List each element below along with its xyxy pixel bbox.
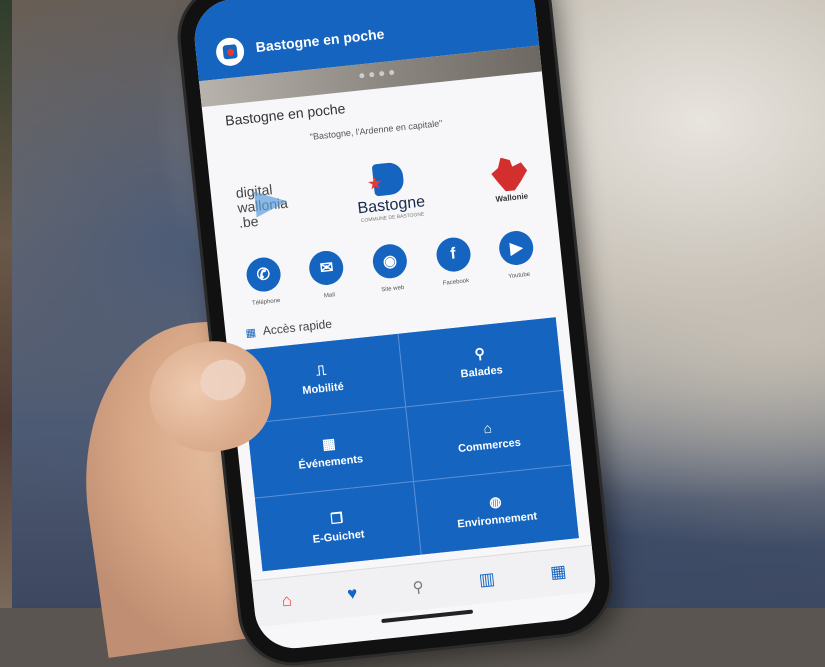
bastogne-logo[interactable]: Bastogne COMMUNE DE BASTOGNE (353, 160, 426, 225)
partner-logos: digital wallonia .be Bastogne COMMUNE DE… (233, 138, 532, 248)
digital-wallonia-logo[interactable]: digital wallonia .be (235, 180, 290, 231)
map-icon[interactable]: ▥ (478, 569, 496, 591)
app-logo-icon (214, 36, 246, 68)
tile-e-guichet[interactable]: ❐ E-Guichet (254, 481, 421, 572)
quick-access-grid: ⎍ Mobilité ⚲ Balades ▦ Événements ⌂ Comm… (239, 317, 579, 572)
hiking-icon: ⚲ (473, 345, 486, 363)
search-icon[interactable]: ⚲ (412, 578, 425, 597)
phone-icon: ✆ (244, 255, 283, 294)
grid-icon[interactable]: ▦ (549, 562, 567, 584)
carousel-dots[interactable] (359, 69, 395, 79)
smartphone: Bastogne en poche Bastogne en poche "Bas… (175, 0, 615, 667)
bus-icon: ⎍ (315, 361, 327, 379)
store-icon: ⌂ (482, 419, 493, 437)
quick-access-heading: ▦ Accès rapide (244, 316, 333, 340)
documents-icon: ❐ (329, 509, 344, 527)
social-phone[interactable]: ✆ Téléphone (239, 255, 290, 308)
phone-screen: Bastogne en poche Bastogne en poche "Bas… (190, 0, 600, 653)
social-facebook[interactable]: f Facebook (428, 235, 479, 288)
social-youtube[interactable]: ▶ Youtube (492, 229, 543, 282)
facebook-icon: f (434, 235, 472, 274)
youtube-icon: ▶ (497, 229, 536, 267)
social-website[interactable]: ◉ Site web (365, 242, 416, 295)
bastogne-b-icon (371, 161, 406, 197)
heart-icon[interactable]: ♥ (346, 584, 358, 605)
tile-environnement[interactable]: ◍ Environnement (413, 465, 579, 555)
mail-icon: ✉ (307, 249, 346, 287)
page-heading: Bastogne en poche (224, 100, 347, 129)
globe-icon: ◍ (488, 492, 503, 510)
home-icon[interactable]: ⌂ (281, 590, 293, 611)
rooster-icon (490, 155, 529, 193)
globe-icon: ◉ (371, 242, 409, 280)
social-mail[interactable]: ✉ Mail (302, 249, 353, 302)
app-title: Bastogne en poche (254, 25, 386, 56)
calendar-icon: ▦ (321, 435, 337, 453)
left-photo-edge (0, 0, 12, 608)
grid-icon: ▦ (244, 326, 256, 340)
wallonie-logo[interactable]: Wallonie (490, 155, 531, 204)
